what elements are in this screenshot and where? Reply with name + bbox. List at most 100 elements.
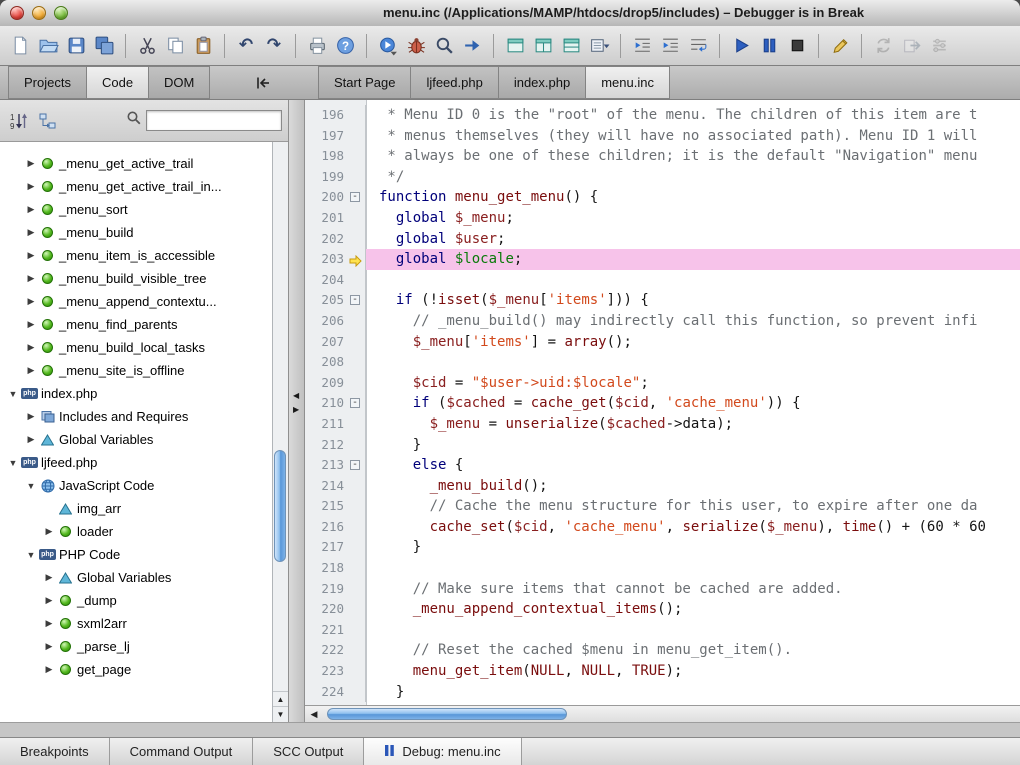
code-text[interactable]: global $user; [366,229,1020,250]
line-number[interactable]: 217 [305,537,347,558]
line-number[interactable]: 214 [305,476,347,497]
line-number[interactable]: 202 [305,229,347,250]
disclosure-triangle[interactable]: ▶ [24,181,38,192]
code-text[interactable]: else { [366,455,1020,476]
line-number[interactable]: 222 [305,640,347,661]
line-number[interactable]: 197 [305,126,347,147]
code-text[interactable] [366,352,1020,373]
disclosure-triangle[interactable]: ▶ [24,250,38,261]
tree-item[interactable]: ▶_menu_get_active_trail_in... [0,175,272,198]
editor-tab-start-page[interactable]: Start Page [318,66,411,99]
disclosure-triangle[interactable]: ▶ [24,365,38,376]
fold-marker[interactable]: - [350,460,360,470]
code-text[interactable]: // Make sure items that cannot be cached… [366,579,1020,600]
line-number[interactable]: 206 [305,311,347,332]
tree-item[interactable]: ▶loader [0,520,272,543]
line-number[interactable]: 219 [305,579,347,600]
code-text[interactable] [366,620,1020,641]
tree-item[interactable]: ▶_menu_find_parents [0,313,272,336]
code-text[interactable]: $_menu = unserialize($cached->data); [366,414,1020,435]
fold-marker[interactable]: - [350,295,360,305]
code-text[interactable]: $_menu['items'] = array(); [366,332,1020,353]
undo-icon[interactable]: ↶ [233,33,259,59]
editor-hscrollbar-thumb[interactable] [327,708,567,720]
options-icon[interactable] [926,33,952,59]
line-number[interactable]: 223 [305,661,347,682]
disclosure-triangle[interactable]: ▶ [24,411,38,422]
tree-item[interactable]: ▶Includes and Requires [0,405,272,428]
line-number[interactable]: 204 [305,270,347,291]
bottom-tab-breakpoints[interactable]: Breakpoints [0,738,110,765]
indent-decrease-icon[interactable] [629,33,655,59]
collapse-sidebar-button[interactable] [248,72,278,94]
fold-marker[interactable]: - [350,192,360,202]
code-text[interactable]: function menu_get_menu() { [366,187,1020,208]
sidebar-tab-code[interactable]: Code [86,66,149,99]
view-menu-icon[interactable] [586,33,612,59]
code-text[interactable] [366,558,1020,579]
code-text[interactable]: // Cache the menu structure for this use… [366,496,1020,517]
code-text[interactable]: * menus themselves (they will have no as… [366,126,1020,147]
code-text[interactable]: if (!isset($_menu['items'])) { [366,290,1020,311]
code-text[interactable]: _menu_build(); [366,476,1020,497]
line-number[interactable]: 216 [305,517,347,538]
tree-item[interactable]: ▶_menu_item_is_accessible [0,244,272,267]
line-number[interactable]: 203 [305,249,347,270]
line-number[interactable]: 208 [305,352,347,373]
disclosure-triangle[interactable]: ▼ [24,481,38,491]
editor-tab-ljfeed-php[interactable]: ljfeed.php [410,66,498,99]
line-number[interactable]: 211 [305,414,347,435]
line-number[interactable]: 215 [305,496,347,517]
code-text[interactable]: } [366,435,1020,456]
disclosure-triangle[interactable]: ▶ [24,296,38,307]
tree-item[interactable]: ▼phpPHP Code [0,543,272,566]
code-text[interactable]: global $_menu; [366,208,1020,229]
code-text[interactable]: */ [366,167,1020,188]
debug-icon[interactable] [403,33,429,59]
disclosure-triangle[interactable]: ▶ [24,342,38,353]
line-number[interactable]: 210 [305,393,347,414]
sidebar-tab-projects[interactable]: Projects [8,66,87,99]
symbol-search-input[interactable] [146,110,282,131]
tree-item[interactable]: ▶_dump [0,589,272,612]
minimize-button[interactable] [32,6,46,20]
find-icon[interactable] [431,33,457,59]
tree-item[interactable]: ▼phpljfeed.php [0,451,272,474]
export-icon[interactable] [898,33,924,59]
code-area[interactable]: 196 * Menu ID 0 is the "root" of the men… [305,100,1020,705]
debug-run-icon[interactable] [728,33,754,59]
disclosure-triangle[interactable]: ▶ [24,319,38,330]
line-number[interactable]: 205 [305,290,347,311]
tree-item[interactable]: ▶_parse_lj [0,635,272,658]
line-number[interactable]: 213 [305,455,347,476]
debug-stop-icon[interactable] [784,33,810,59]
editor-tab-menu-inc[interactable]: menu.inc [585,66,670,99]
tree-scrollbar[interactable]: ▲ ▼ [272,142,288,722]
new-file-icon[interactable] [7,33,33,59]
code-text[interactable]: global $locale; [366,249,1020,270]
help-icon[interactable]: ? [332,33,358,59]
disclosure-triangle[interactable]: ▶ [42,526,56,537]
tree-scrollbar-thumb[interactable] [274,450,286,562]
line-number[interactable]: 221 [305,620,347,641]
tree-item[interactable]: ▶_menu_get_active_trail [0,152,272,175]
disclosure-triangle[interactable]: ▶ [42,618,56,629]
code-text[interactable]: if ($cached = cache_get($cid, 'cache_men… [366,393,1020,414]
editor-tab-index-php[interactable]: index.php [498,66,586,99]
splitter-expand-icon[interactable]: ▶ [293,406,299,414]
disclosure-triangle[interactable]: ▶ [42,572,56,583]
code-text[interactable]: } [366,682,1020,703]
layout-split-icon[interactable] [530,33,556,59]
cut-icon[interactable] [134,33,160,59]
paste-icon[interactable] [190,33,216,59]
sync-icon[interactable] [870,33,896,59]
disclosure-triangle[interactable]: ▼ [6,389,20,399]
redo-icon[interactable]: ↷ [261,33,287,59]
tree-item[interactable]: ▶_menu_build [0,221,272,244]
code-text[interactable]: * Menu ID 0 is the "root" of the menu. T… [366,105,1020,126]
fold-marker[interactable]: - [350,398,360,408]
run-icon[interactable] [375,33,401,59]
line-number[interactable]: 207 [305,332,347,353]
line-number[interactable]: 201 [305,208,347,229]
disclosure-triangle[interactable]: ▶ [24,227,38,238]
